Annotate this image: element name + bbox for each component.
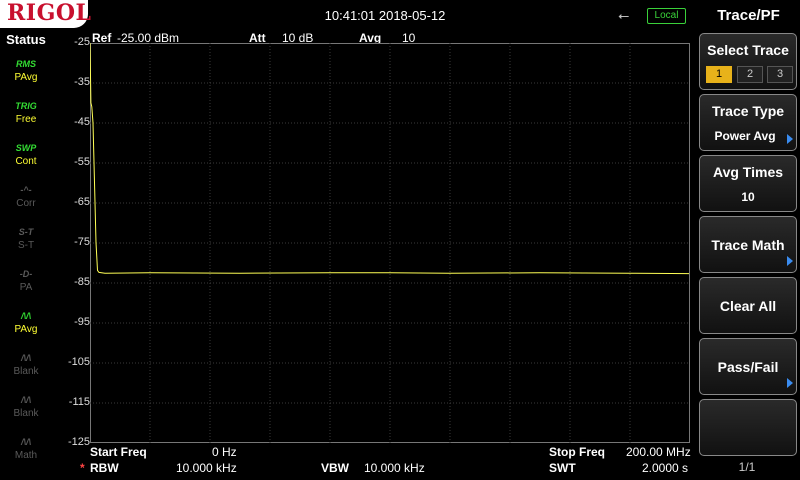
swt-value: 2.0000 s bbox=[642, 461, 689, 475]
date-time: 10:41:01 2018-05-12 bbox=[324, 8, 446, 23]
usb-icon: ⭠ bbox=[618, 7, 630, 23]
trace-math-label: Trace Math bbox=[711, 237, 785, 253]
status-item-pavg: RMS PAvg bbox=[4, 57, 48, 93]
trace-option-3[interactable]: 3 bbox=[767, 66, 793, 83]
menu-title: Trace/PF bbox=[717, 7, 780, 24]
status-icon: /\/\ bbox=[20, 353, 31, 363]
status-label: Blank bbox=[13, 408, 39, 419]
clear-all-label: Clear All bbox=[719, 298, 777, 314]
empty-softkey[interactable] bbox=[699, 399, 797, 456]
trace-type-label: Trace Type bbox=[711, 103, 785, 119]
status-icon: /\/\ bbox=[20, 437, 31, 447]
status-item-free: TRIG Free bbox=[4, 99, 48, 135]
clear-all-button[interactable]: Clear All bbox=[699, 277, 797, 334]
submenu-arrow-icon bbox=[787, 378, 793, 388]
status-label: PAvg bbox=[14, 324, 38, 335]
vbw-value: 10.000 kHz bbox=[364, 461, 425, 475]
status-item-pavg: /\/\ PAvg bbox=[4, 309, 48, 345]
rbw-value: 10.000 kHz bbox=[176, 461, 237, 475]
submenu-arrow-icon bbox=[787, 134, 793, 144]
status-title: Status bbox=[6, 32, 46, 47]
vbw-label: VBW bbox=[321, 461, 349, 475]
status-label: PA bbox=[19, 282, 33, 293]
status-icon: SWP bbox=[15, 143, 37, 153]
y-tick-label: -95 bbox=[74, 316, 90, 328]
status-item-blank: /\/\ Blank bbox=[4, 393, 48, 429]
start-freq-value: 0 Hz bbox=[212, 445, 237, 459]
trace-math-button[interactable]: Trace Math bbox=[699, 216, 797, 273]
avg-times-label: Avg Times bbox=[712, 164, 784, 180]
status-icon: -^- bbox=[20, 185, 32, 195]
status-icon: S-T bbox=[18, 227, 34, 237]
avg-times-button[interactable]: Avg Times 10 bbox=[699, 155, 797, 212]
select-trace-button[interactable]: Select Trace 1 2 3 bbox=[699, 33, 797, 90]
local-badge[interactable]: Local bbox=[647, 8, 686, 24]
brand-text: RIGOL bbox=[7, 0, 92, 26]
status-label: Free bbox=[15, 114, 37, 125]
status-label: Cont bbox=[15, 156, 37, 167]
y-tick-label: -105 bbox=[67, 356, 90, 368]
avg-times-value: 10 bbox=[741, 190, 755, 204]
swt-label: SWT bbox=[549, 461, 576, 475]
status-item-corr: -^- Corr bbox=[4, 183, 48, 219]
trace-option-1[interactable]: 1 bbox=[706, 66, 732, 83]
status-label: Corr bbox=[16, 198, 36, 209]
status-icon: -D- bbox=[19, 269, 33, 279]
y-tick-label: -75 bbox=[74, 236, 90, 248]
y-tick-label: -25 bbox=[74, 36, 90, 48]
spectrum-plot[interactable] bbox=[90, 43, 690, 443]
pass-fail-button[interactable]: Pass/Fail bbox=[699, 338, 797, 395]
stop-freq-value: 200.00 MHz bbox=[626, 445, 691, 459]
trace-option-2[interactable]: 2 bbox=[737, 66, 763, 83]
y-tick-label: -45 bbox=[74, 116, 90, 128]
status-label: Math bbox=[14, 450, 38, 461]
select-trace-label: Select Trace bbox=[707, 42, 789, 58]
pass-fail-label: Pass/Fail bbox=[717, 359, 779, 375]
submenu-arrow-icon bbox=[787, 256, 793, 266]
status-icon: /\/\ bbox=[20, 395, 31, 405]
status-label: Blank bbox=[13, 366, 39, 377]
y-tick-label: -35 bbox=[74, 76, 90, 88]
brand-logo: RIGOL bbox=[0, 0, 91, 28]
rbw-label: RBW bbox=[90, 461, 119, 475]
stop-freq-label: Stop Freq bbox=[549, 445, 605, 459]
status-label: S-T bbox=[17, 240, 35, 251]
y-tick-label: -125 bbox=[67, 436, 90, 448]
trace-type-button[interactable]: Trace Type Power Avg bbox=[699, 94, 797, 151]
status-item-cont: SWP Cont bbox=[4, 141, 48, 177]
rbw-manual-marker: * bbox=[80, 461, 85, 475]
status-icon: TRIG bbox=[15, 101, 37, 111]
y-tick-label: -115 bbox=[68, 396, 90, 408]
status-item-blank: /\/\ Blank bbox=[4, 351, 48, 387]
status-icon: /\/\ bbox=[20, 311, 31, 321]
status-icon: RMS bbox=[16, 59, 36, 69]
y-tick-label: -55 bbox=[74, 156, 90, 168]
trace-type-value: Power Avg bbox=[714, 129, 776, 143]
y-tick-label: -85 bbox=[74, 276, 90, 288]
status-item-math: /\/\ Math bbox=[4, 435, 48, 471]
status-item-s-t: S-T S-T bbox=[4, 225, 48, 261]
status-item-pa: -D- PA bbox=[4, 267, 48, 303]
start-freq-label: Start Freq bbox=[90, 445, 147, 459]
status-label: PAvg bbox=[14, 72, 38, 83]
y-tick-label: -65 bbox=[74, 196, 90, 208]
page-indicator: 1/1 bbox=[738, 460, 756, 474]
